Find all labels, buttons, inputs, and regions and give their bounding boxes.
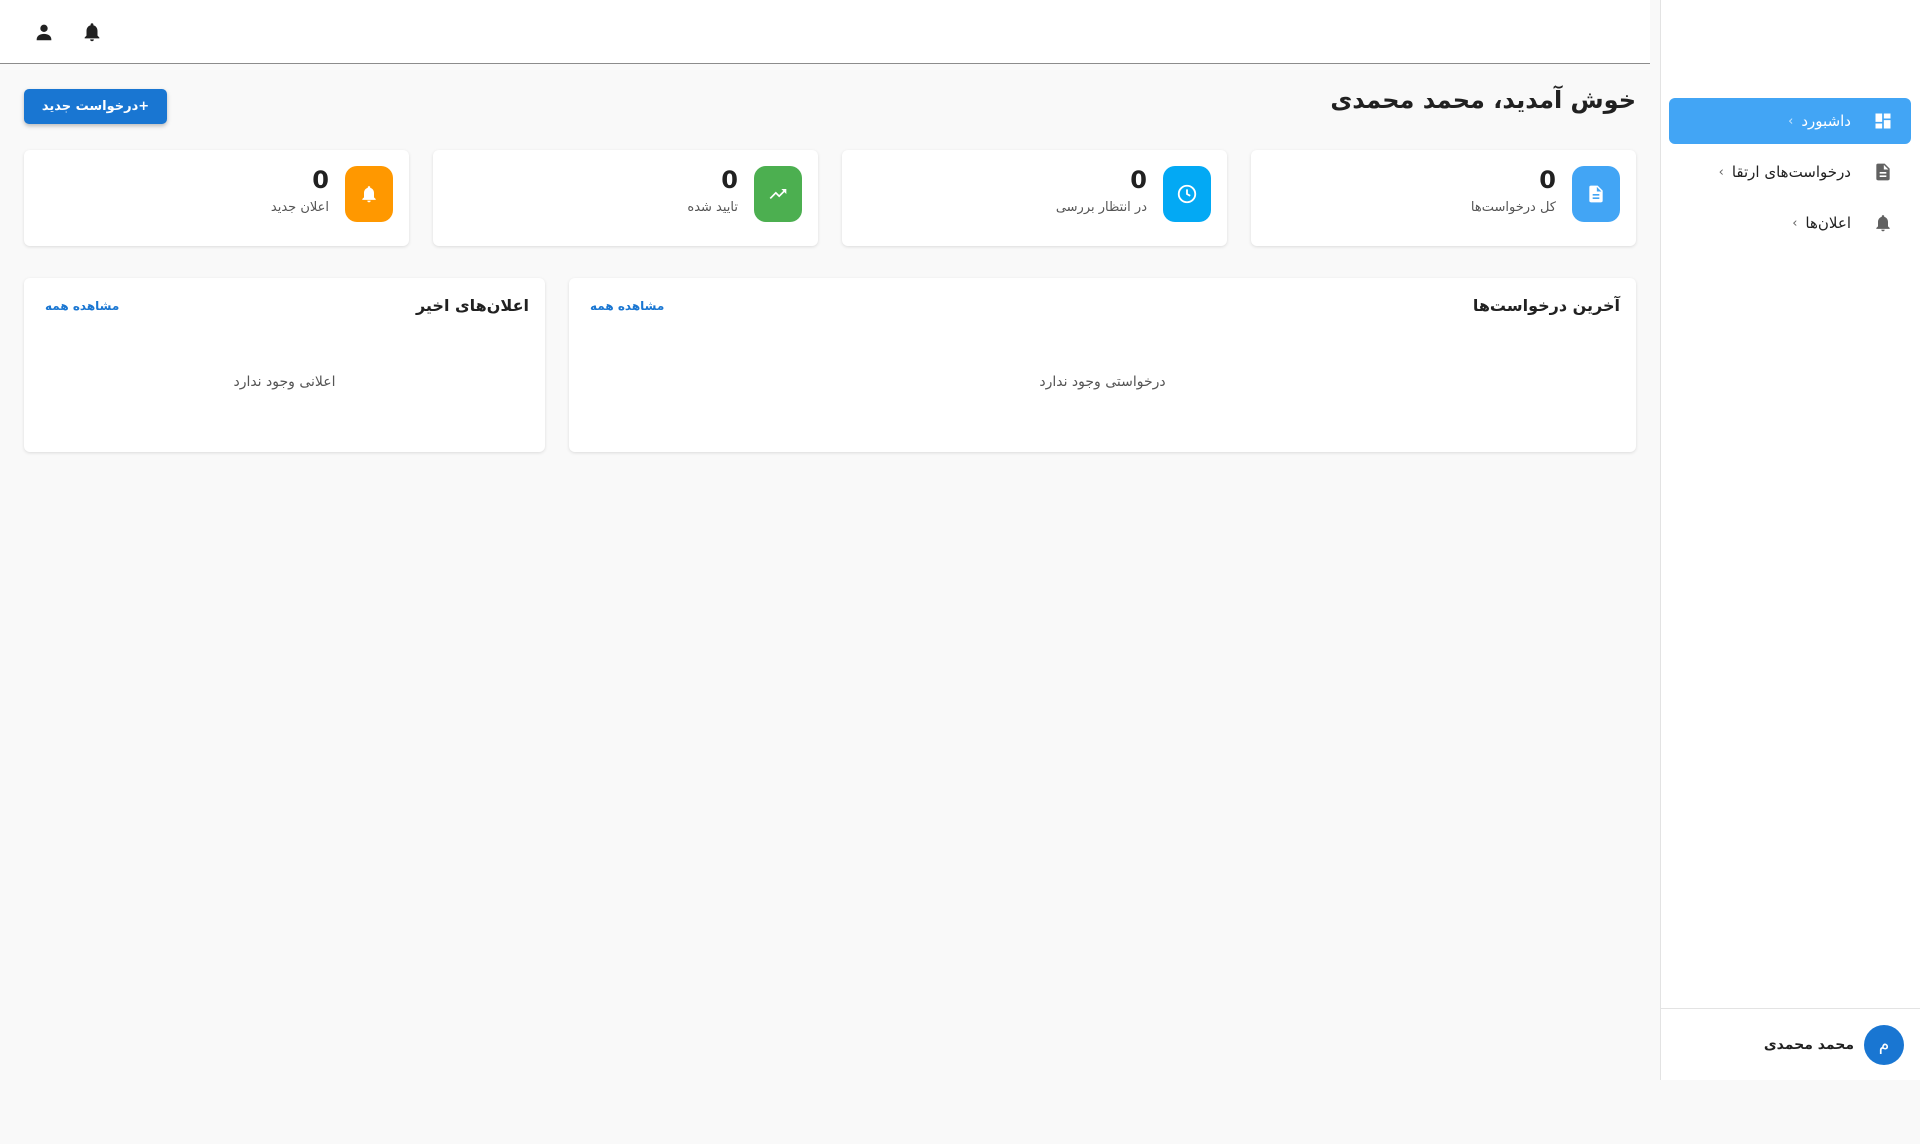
sidebar-nav: داشبورد ‹ درخواست‌های ارتقا ‹ اعلان‌ها ‹ bbox=[1669, 98, 1911, 251]
stat-label: کل درخواست‌ها bbox=[1470, 200, 1556, 215]
sidebar-item-dashboard[interactable]: داشبورد ‹ bbox=[1669, 98, 1911, 144]
sidebar-item-upgrade-requests[interactable]: درخواست‌های ارتقا ‹ bbox=[1669, 149, 1911, 195]
stats-row: 0 اعلان جدید 0 تایید شده 0 در انتظار برر… bbox=[24, 150, 1636, 246]
sidebar-item-label: داشبورد bbox=[1801, 112, 1851, 130]
sidebar-item-label: اعلان‌ها bbox=[1805, 214, 1851, 232]
stat-label: در انتظار بررسی bbox=[1055, 200, 1147, 215]
sidebar: داشبورد ‹ درخواست‌های ارتقا ‹ اعلان‌ها ‹… bbox=[1660, 0, 1920, 1080]
view-all-requests-link[interactable]: مشاهده همه bbox=[590, 299, 664, 313]
top-app-bar bbox=[0, 0, 1650, 64]
recent-requests-panel: آخرین درخواست‌ها مشاهده همه درخواستی وجو… bbox=[569, 278, 1636, 452]
bell-icon[interactable] bbox=[78, 18, 106, 46]
panels-row: آخرین درخواست‌ها مشاهده همه درخواستی وجو… bbox=[24, 278, 1636, 452]
main-content: خوش آمدید، محمد محمدی +درخواست جدید 0 اع… bbox=[24, 64, 1636, 452]
trending-up-icon bbox=[754, 166, 802, 222]
person-icon[interactable] bbox=[30, 18, 58, 46]
stat-card-pending: 0 در انتظار بررسی bbox=[842, 150, 1227, 246]
sidebar-user[interactable]: م محمد محمدی bbox=[1661, 1008, 1920, 1080]
panel-title: آخرین درخواست‌ها bbox=[1472, 296, 1620, 315]
chevron-left-icon: ‹ bbox=[1718, 164, 1724, 180]
stat-value: 0 bbox=[312, 166, 329, 194]
stat-card-total-requests: 0 کل درخواست‌ها bbox=[1251, 150, 1636, 246]
dashboard-icon bbox=[1871, 109, 1895, 133]
bell-icon bbox=[1871, 211, 1895, 235]
view-all-notifications-link[interactable]: مشاهده همه bbox=[45, 299, 119, 313]
new-request-button[interactable]: +درخواست جدید bbox=[24, 89, 167, 124]
stat-label: اعلان جدید bbox=[270, 200, 329, 215]
stat-value: 0 bbox=[721, 166, 738, 194]
page-title: خوش آمدید، محمد محمدی bbox=[1330, 86, 1636, 114]
panel-title: اعلان‌های اخیر bbox=[415, 296, 529, 315]
stat-value: 0 bbox=[1130, 166, 1147, 194]
bell-icon bbox=[345, 166, 393, 222]
sidebar-item-notifications[interactable]: اعلان‌ها ‹ bbox=[1669, 200, 1911, 246]
clock-icon bbox=[1163, 166, 1211, 222]
sidebar-item-label: درخواست‌های ارتقا bbox=[1731, 163, 1851, 181]
document-icon bbox=[1572, 166, 1620, 222]
stat-card-approved: 0 تایید شده bbox=[433, 150, 818, 246]
stat-label: تایید شده bbox=[687, 200, 738, 215]
chevron-left-icon: ‹ bbox=[1788, 113, 1794, 129]
page-header: خوش آمدید، محمد محمدی +درخواست جدید bbox=[24, 64, 1636, 150]
empty-state-text: اعلانی وجود ندارد bbox=[233, 374, 336, 390]
user-name: محمد محمدی bbox=[1763, 1036, 1854, 1053]
stat-value: 0 bbox=[1539, 166, 1556, 194]
avatar: م bbox=[1864, 1024, 1904, 1065]
stat-card-new-notifications: 0 اعلان جدید bbox=[24, 150, 409, 246]
chevron-left-icon: ‹ bbox=[1792, 215, 1798, 231]
empty-state-text: درخواستی وجود ندارد bbox=[1039, 374, 1166, 390]
recent-notifications-panel: اعلان‌های اخیر مشاهده همه اعلانی وجود ند… bbox=[24, 278, 545, 452]
document-icon bbox=[1871, 160, 1895, 184]
